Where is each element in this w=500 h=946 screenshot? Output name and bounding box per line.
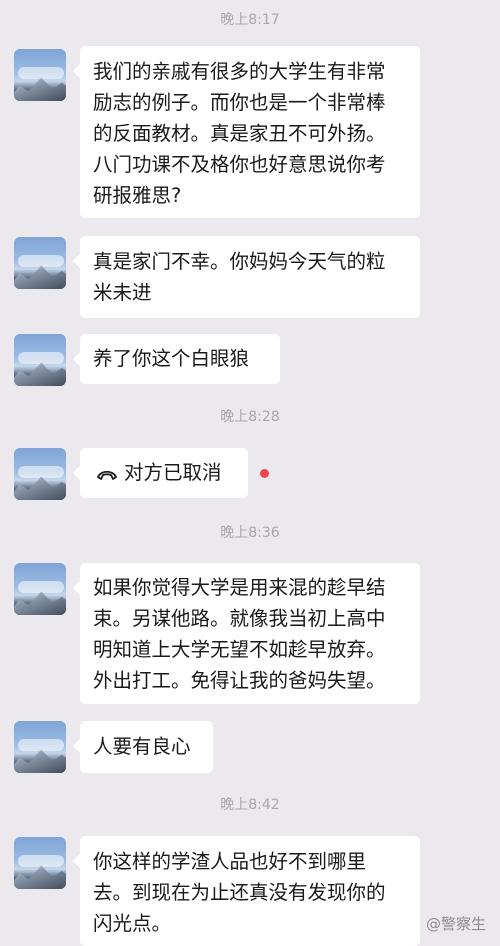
message-bubble[interactable]: 如果你觉得大学是用来混的趁早结 束。另谋他路。就像我当初上高中 明知道上大学无望… — [73, 563, 420, 704]
avatar[interactable] — [14, 721, 66, 773]
message-text: 闪光点。 — [93, 912, 172, 935]
message-text: 明知道上大学无望不如趁早放弃。 — [93, 638, 386, 661]
message-text: 励志的例子。而你也是一个非常棒 — [93, 91, 386, 114]
timestamp: 晚上8:36 — [220, 525, 280, 541]
avatar[interactable] — [14, 49, 66, 101]
message-text: 外出打工。免得让我的爸妈失望。 — [93, 669, 386, 692]
call-record-bubble[interactable]: 对方已取消 — [73, 448, 248, 498]
call-status-text: 对方已取消 — [124, 461, 222, 484]
avatar[interactable] — [14, 563, 66, 615]
message-text: 去。到现在为止还真没有发现你的 — [93, 881, 386, 904]
phone-hangup-icon — [97, 470, 117, 480]
avatar[interactable] — [14, 237, 66, 289]
avatar[interactable] — [14, 334, 66, 386]
message-text: 我们的亲戚有很多的大学生有非常 — [93, 60, 386, 83]
timestamp: 晚上8:17 — [220, 12, 280, 28]
message-bubble[interactable]: 真是家门不幸。你妈妈今天气的粒 米未进 — [73, 236, 420, 318]
message-text: 真是家门不幸。你妈妈今天气的粒 — [93, 250, 386, 273]
message-bubble[interactable]: 人要有良心 — [73, 721, 213, 773]
message-bubble[interactable]: 你这样的学渣人品也好不到哪里 去。到现在为止还真没有发现你的 闪光点。 — [73, 836, 420, 946]
timestamp: 晚上8:42 — [220, 797, 280, 813]
avatar[interactable] — [14, 837, 66, 889]
avatar[interactable] — [14, 448, 66, 500]
message-text: 人要有良心 — [93, 735, 191, 758]
message-text: 的反面教材。真是家丑不可外扬。 — [93, 122, 386, 145]
watermark: @警察生 — [425, 915, 486, 933]
message-bubble[interactable]: 我们的亲戚有很多的大学生有非常 励志的例子。而你也是一个非常棒 的反面教材。真是… — [73, 46, 420, 218]
message-text: 八门功课不及格你也好意思说你考 — [93, 153, 386, 176]
message-bubble[interactable]: 养了你这个白眼狼 — [73, 334, 280, 384]
message-text: 米未进 — [93, 281, 152, 304]
message-text: 研报雅思? — [93, 184, 182, 207]
message-text: 束。另谋他路。就像我当初上高中 — [93, 607, 386, 630]
unread-dot — [260, 469, 269, 478]
timestamp: 晚上8:28 — [220, 409, 280, 425]
message-text: 你这样的学渣人品也好不到哪里 — [93, 850, 367, 873]
message-text: 如果你觉得大学是用来混的趁早结 — [93, 576, 386, 599]
message-text: 养了你这个白眼狼 — [93, 347, 250, 370]
